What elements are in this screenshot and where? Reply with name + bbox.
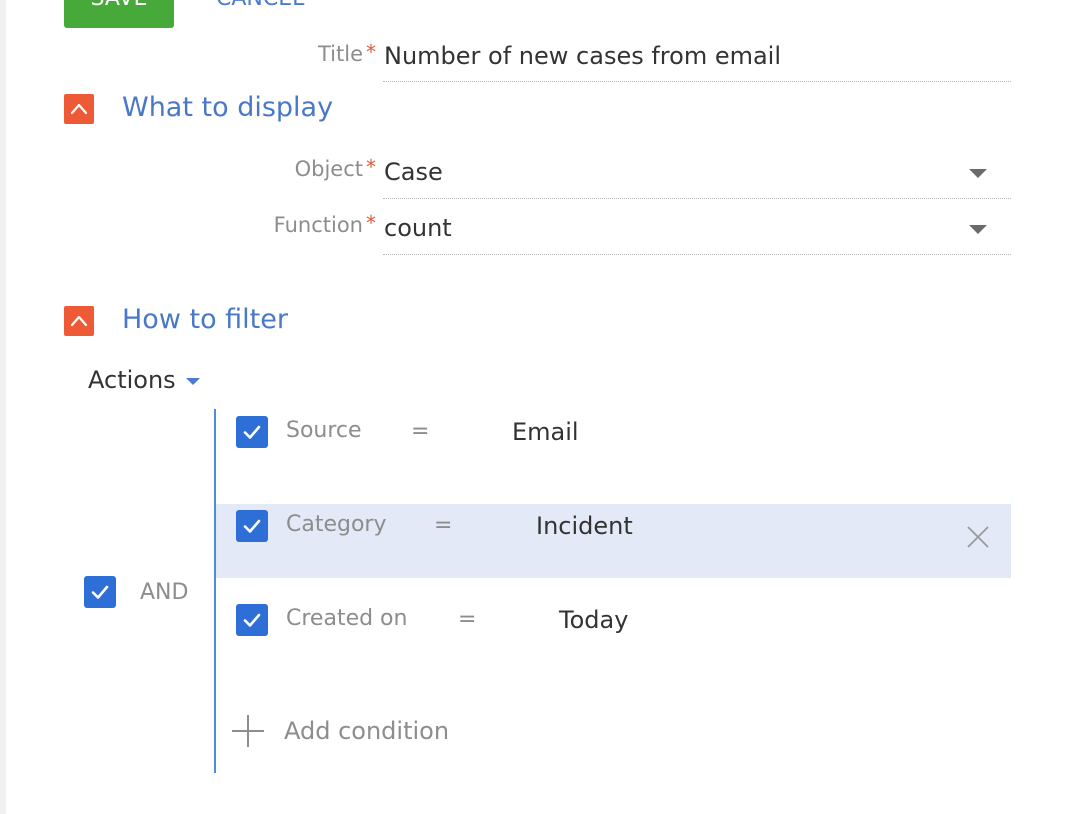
left-rail	[0, 0, 6, 814]
filter-condition-row[interactable]: Source = Email	[216, 396, 1011, 470]
object-label: Object	[294, 157, 363, 181]
caret-down-icon	[185, 377, 200, 385]
condition-checkbox[interactable]	[236, 416, 268, 448]
collapse-how-to-filter-button[interactable]	[64, 306, 94, 336]
title-underline	[383, 81, 1011, 82]
object-value[interactable]: Case	[384, 158, 443, 186]
function-label: Function	[273, 213, 363, 237]
group-operator-label[interactable]: AND	[140, 580, 188, 605]
group-checkbox[interactable]	[84, 576, 116, 608]
caret-down-icon[interactable]	[969, 169, 987, 178]
filter-condition-row[interactable]: Created on = Today	[216, 584, 1011, 658]
cancel-button[interactable]: CANCEL	[216, 0, 304, 28]
condition-operator[interactable]: =	[411, 419, 429, 444]
condition-value[interactable]: Today	[559, 606, 628, 634]
condition-checkbox[interactable]	[236, 604, 268, 636]
save-button[interactable]: SAVE	[64, 0, 174, 28]
condition-value[interactable]: Email	[512, 418, 579, 446]
checkmark-icon	[243, 613, 261, 627]
condition-column[interactable]: Created on	[286, 606, 407, 631]
actions-menu[interactable]: Actions	[88, 366, 200, 394]
what-to-display-title[interactable]: What to display	[122, 92, 333, 123]
required-mark: *	[366, 211, 376, 235]
plus-icon	[232, 715, 264, 747]
title-value[interactable]: Number of new cases from email	[384, 42, 781, 70]
condition-operator[interactable]: =	[458, 607, 476, 632]
collapse-what-to-display-button[interactable]	[64, 94, 94, 124]
condition-column[interactable]: Category	[286, 512, 387, 537]
chevron-up-icon	[70, 103, 88, 115]
condition-checkbox[interactable]	[236, 510, 268, 542]
condition-operator[interactable]: =	[434, 513, 452, 538]
how-to-filter-title[interactable]: How to filter	[122, 304, 288, 335]
add-condition-button[interactable]: Add condition	[232, 715, 449, 747]
checkmark-icon	[91, 585, 109, 599]
function-underline	[383, 254, 1011, 255]
checkmark-icon	[243, 425, 261, 439]
required-mark: *	[366, 40, 376, 64]
checkmark-icon	[243, 519, 261, 533]
required-mark: *	[366, 155, 376, 179]
actions-label: Actions	[88, 366, 176, 394]
chevron-up-icon	[70, 315, 88, 327]
condition-column[interactable]: Source	[286, 418, 362, 443]
caret-down-icon[interactable]	[969, 225, 987, 234]
object-underline	[383, 198, 1011, 199]
condition-value[interactable]: Incident	[536, 512, 633, 540]
title-label: Title	[317, 42, 363, 66]
function-value[interactable]: count	[384, 214, 452, 242]
filter-condition-row[interactable]: Category = Incident	[216, 504, 1011, 578]
close-icon[interactable]	[965, 524, 991, 550]
add-condition-label: Add condition	[284, 717, 450, 745]
